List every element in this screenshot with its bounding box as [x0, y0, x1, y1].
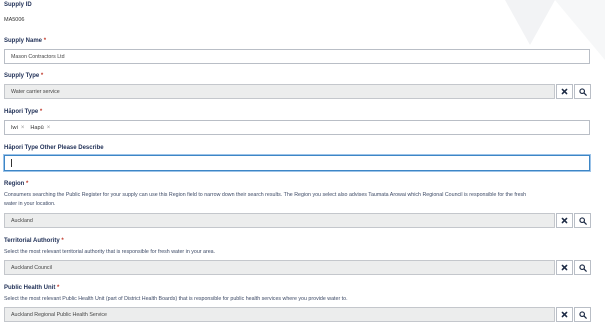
territorial-authority-label: Territorial Authority * [4, 238, 64, 244]
supply-id-value: MA5006 [4, 17, 25, 23]
required-marker: * [61, 238, 64, 244]
search-icon [578, 216, 587, 225]
region-hint-line: Consumers searching the Public Register … [4, 192, 527, 198]
public-health-unit-hint: Select the most relevant Public Health U… [4, 296, 348, 302]
public-health-unit-field[interactable]: Auckland Regional Public Health Service [4, 307, 555, 322]
text-cursor [11, 159, 12, 167]
close-icon [561, 264, 568, 271]
territorial-authority-clear-button[interactable] [556, 260, 573, 275]
supply-type-label: Supply Type * [4, 73, 44, 79]
supply-type-field[interactable]: Water carrier service [4, 84, 555, 99]
hapori-other-label: Hāpori Type Other Please Describe [4, 145, 104, 151]
region-search-button[interactable] [574, 213, 591, 228]
hapori-type-label: Hāpori Type * [4, 109, 43, 115]
supply-type-search-button[interactable] [574, 84, 591, 99]
territorial-authority-field[interactable]: Auckland Council [4, 260, 555, 275]
supply-name-input[interactable]: Mason Contractors Ltd [4, 49, 590, 64]
required-marker: * [26, 181, 29, 187]
region-label: Region * [4, 181, 29, 187]
public-health-unit-clear-button[interactable] [556, 307, 573, 322]
territorial-authority-search-button[interactable] [574, 260, 591, 275]
region-hint-line: water in your location. [4, 201, 56, 207]
required-marker: * [40, 73, 44, 79]
tag-label: Iwi [11, 124, 18, 131]
region-clear-button[interactable] [556, 213, 573, 228]
search-icon [578, 310, 587, 319]
public-health-unit-label: Public Health Unit * [4, 285, 60, 291]
tag-remove-icon[interactable]: × [21, 125, 25, 131]
territorial-authority-hint: Select the most relevant territorial aut… [4, 249, 216, 255]
region-field[interactable]: Auckland [4, 213, 555, 228]
region-hint: Consumers searching the Public Register … [4, 191, 526, 209]
close-icon [561, 217, 568, 224]
supply-type-clear-button[interactable] [556, 84, 573, 99]
hapori-other-input[interactable] [4, 155, 590, 171]
background-decoration [505, 0, 605, 60]
hapori-tag-hapu: Hapū × [30, 125, 50, 131]
supply-id-label: Supply ID [4, 2, 32, 8]
search-icon [578, 87, 587, 96]
hapori-type-multiselect[interactable]: Iwi × Hapū × [4, 120, 590, 135]
search-icon [578, 263, 587, 272]
close-icon [561, 88, 568, 95]
supply-name-label: Supply Name * [4, 38, 47, 44]
required-marker: * [43, 38, 47, 44]
required-marker: * [57, 285, 60, 291]
tag-remove-icon[interactable]: × [47, 125, 51, 131]
hapori-tag-iwi: Iwi × [11, 125, 24, 131]
close-icon [561, 311, 568, 318]
required-marker: * [39, 109, 43, 115]
public-health-unit-search-button[interactable] [574, 307, 591, 322]
tag-label: Hapū [30, 124, 44, 131]
